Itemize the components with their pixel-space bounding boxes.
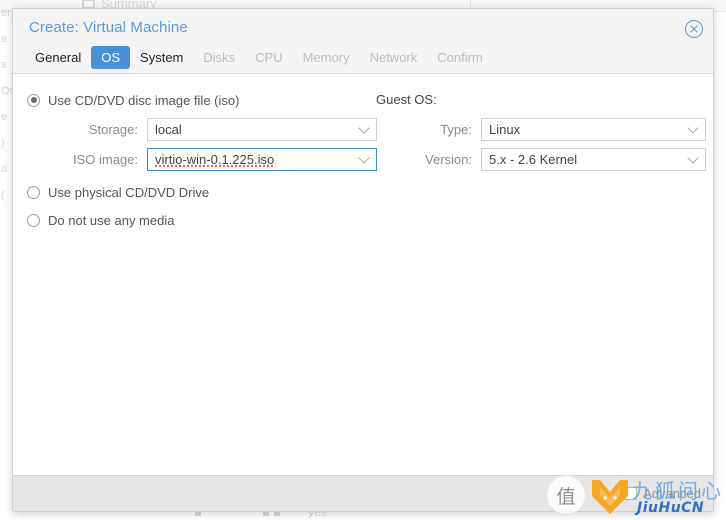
storage-value: local bbox=[155, 121, 182, 137]
guest-os-version-select[interactable]: 5.x - 2.6 Kernel bbox=[481, 147, 706, 171]
radio-indicator bbox=[27, 213, 40, 227]
chevron-down-icon bbox=[687, 122, 699, 134]
tab-general[interactable]: General bbox=[25, 46, 91, 69]
guest-os-type-row: Type: Linux bbox=[376, 116, 706, 142]
guest-os-version-value: 5.x - 2.6 Kernel bbox=[489, 151, 578, 167]
dialog-body: Use CD/DVD disc image file (iso) Storage… bbox=[13, 74, 713, 475]
dialog-footer: Advanced bbox=[13, 475, 713, 511]
background-fragment: ( bbox=[1, 189, 5, 201]
checkbox-indicator bbox=[624, 487, 638, 500]
chevron-down-icon bbox=[687, 152, 699, 164]
background-fragment: a bbox=[1, 163, 8, 175]
tab-os[interactable]: OS bbox=[91, 45, 131, 69]
screen: Summary er) e s Os e ) a ( yes Create bbox=[0, 0, 726, 520]
tab-disks: Disks bbox=[203, 49, 236, 65]
close-icon[interactable] bbox=[684, 19, 704, 39]
tab-system[interactable]: System bbox=[130, 46, 193, 69]
storage-select[interactable]: local bbox=[147, 117, 377, 141]
guest-os-version-label: Version: bbox=[425, 151, 472, 167]
background-fragment: e bbox=[1, 111, 8, 123]
dialog-tabs: General OS System Disks CPU Memory Netwo… bbox=[25, 45, 493, 69]
tab-cpu: CPU bbox=[255, 49, 283, 65]
dialog-title: Create: Virtual Machine bbox=[29, 19, 188, 36]
guest-os-type-label: Type: bbox=[440, 121, 472, 137]
background-fragment: Os bbox=[1, 85, 12, 97]
tab-confirm: Confirm bbox=[437, 49, 483, 65]
guest-os-version-row: Version: 5.x - 2.6 Kernel bbox=[376, 146, 706, 172]
radio-use-physical-drive[interactable]: Use physical CD/DVD Drive bbox=[27, 180, 377, 204]
guest-os-column: Guest OS: Type: Linux Version: 5.x - 2.6… bbox=[376, 88, 706, 176]
advanced-checkbox[interactable]: Advanced bbox=[624, 486, 701, 501]
background-fragment: s bbox=[1, 59, 7, 71]
tab-network: Network bbox=[369, 49, 418, 65]
radio-indicator bbox=[27, 185, 40, 199]
chevron-down-icon bbox=[358, 122, 370, 134]
advanced-label: Advanced bbox=[643, 486, 701, 501]
create-vm-dialog: Create: Virtual Machine General OS Syste… bbox=[12, 8, 714, 512]
iso-image-label: ISO image: bbox=[72, 151, 138, 167]
tab-memory: Memory bbox=[302, 49, 350, 65]
background-fragment: e bbox=[1, 33, 8, 45]
iso-image-select[interactable]: virtio-win-0.1.225.iso bbox=[147, 147, 377, 171]
guest-os-heading: Guest OS: bbox=[376, 92, 437, 107]
radio-label: Use physical CD/DVD Drive bbox=[48, 184, 210, 200]
radio-indicator bbox=[27, 93, 40, 107]
radio-no-media[interactable]: Do not use any media bbox=[27, 208, 377, 232]
background-fragment: er) bbox=[1, 7, 12, 19]
chevron-down-icon bbox=[358, 152, 370, 164]
guest-os-type-select[interactable]: Linux bbox=[481, 117, 706, 141]
storage-field-row: Storage: local bbox=[27, 116, 377, 142]
iso-image-value: virtio-win-0.1.225.iso bbox=[155, 151, 275, 167]
media-source-column: Use CD/DVD disc image file (iso) Storage… bbox=[27, 88, 377, 236]
background-left-fragments: er) e s Os e ) a ( bbox=[0, 0, 12, 520]
guest-os-type-value: Linux bbox=[489, 121, 521, 137]
radio-label: Do not use any media bbox=[48, 212, 175, 228]
background-fragment: ) bbox=[1, 137, 5, 149]
iso-image-field-row: ISO image: virtio-win-0.1.225.iso bbox=[27, 146, 377, 172]
radio-label: Use CD/DVD disc image file (iso) bbox=[48, 92, 240, 108]
radio-use-iso-file[interactable]: Use CD/DVD disc image file (iso) bbox=[27, 88, 377, 112]
storage-label: Storage: bbox=[88, 121, 138, 137]
dialog-header: Create: Virtual Machine General OS Syste… bbox=[13, 9, 713, 74]
